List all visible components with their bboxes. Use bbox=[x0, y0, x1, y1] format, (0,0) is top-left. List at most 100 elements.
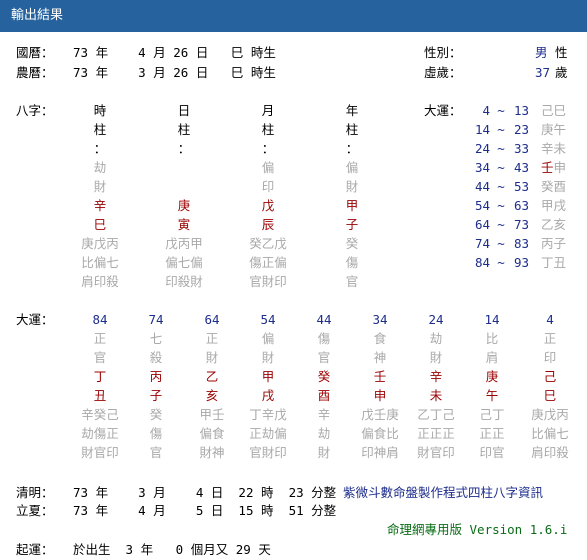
dayun-col-age: 14 bbox=[484, 312, 500, 327]
dayun-col-h3: 印官 bbox=[479, 445, 505, 460]
bazi-pillar-god: 偏 bbox=[261, 160, 275, 175]
dayun-col-age: 44 bbox=[316, 312, 332, 327]
dayun-col-h1: 甲壬 bbox=[199, 407, 225, 422]
qingming-label: 清明： bbox=[16, 485, 54, 500]
dayun-col-branch: 酉 bbox=[317, 388, 331, 403]
dayun-col-branch: 子 bbox=[149, 388, 163, 403]
dayun-to: 53 bbox=[513, 179, 529, 194]
dayun-col-g1: 傷 bbox=[317, 331, 331, 346]
window-title-bar: 輸出結果 bbox=[0, 0, 587, 32]
dayun-col-stem: 丁 bbox=[93, 369, 107, 384]
dayun-col-age: 84 bbox=[92, 312, 108, 327]
guoli-value: 73 年 4 月 26 日 巳 時生 bbox=[73, 45, 276, 60]
dayun-from: 64 bbox=[474, 217, 490, 232]
dayun-col-h2: 偏食 bbox=[199, 426, 225, 441]
dayun-col-h2: 比偏七 bbox=[531, 426, 569, 441]
bazi-pillar-name1: 月 bbox=[261, 103, 275, 118]
bazi-pillar-stem: 戊 bbox=[261, 198, 275, 213]
dayun-ganzhi: 丁丑 bbox=[541, 255, 567, 270]
dayun-ganzhi: 乙亥 bbox=[541, 217, 567, 232]
dayun-col-age: 64 bbox=[204, 312, 220, 327]
bazi-pillar-hidden1: 癸 bbox=[345, 236, 359, 251]
dayun-from: 24 bbox=[474, 141, 490, 156]
bazi-pillar-hidden3: 肩印殺 bbox=[81, 274, 119, 289]
dayun-col-h1: 丁辛戊 bbox=[249, 407, 287, 422]
dayun-col-g2: 印 bbox=[543, 350, 557, 365]
dayun-col-h2: 正正正 bbox=[417, 426, 455, 441]
dayun-from: 14 bbox=[474, 122, 490, 137]
dayun-col-h1: 辛癸己 bbox=[81, 407, 119, 422]
bazi-pillar-hidden3: 印殺財 bbox=[165, 274, 203, 289]
dayun-ganzhi: 辛未 bbox=[541, 141, 567, 156]
window-title: 輸出結果 bbox=[11, 8, 64, 23]
dayun-col-g1: 劫 bbox=[429, 331, 443, 346]
dayun-from: 74 bbox=[474, 236, 490, 251]
dayun-col-g2: 官 bbox=[317, 350, 331, 365]
dayun-col-branch: 申 bbox=[373, 388, 387, 403]
product-title: 紫微斗數命盤製作程式四柱八字資訊 bbox=[343, 485, 544, 500]
dayun-col-h3: 印神肩 bbox=[361, 445, 399, 460]
dayun-from: 4 bbox=[482, 103, 490, 118]
dayun-col-h3: 財官印 bbox=[417, 445, 455, 460]
age-label: 虛歲： bbox=[424, 65, 462, 80]
qiyun-label: 起運： bbox=[16, 542, 54, 557]
bazi-pillar-hidden2: 比偏七 bbox=[81, 255, 119, 270]
bazi-pillar-hidden2: 傷 bbox=[345, 255, 359, 270]
dayun-to: 13 bbox=[513, 103, 529, 118]
dayun-col-branch: 午 bbox=[485, 388, 499, 403]
bazi-pillar-branch: 辰 bbox=[261, 217, 275, 232]
dayun-from: 44 bbox=[474, 179, 490, 194]
dayun-col-h1: 乙丁己 bbox=[417, 407, 455, 422]
dayun-to: 83 bbox=[513, 236, 529, 251]
bazi-pillar-hidden1: 癸乙戊 bbox=[249, 236, 287, 251]
dayun-col-age: 4 bbox=[546, 312, 554, 327]
bazi-pillar-hidden2: 偏七偏 bbox=[165, 255, 203, 270]
dayun-from: 54 bbox=[474, 198, 490, 213]
dayun-col-h1: 辛 bbox=[317, 407, 331, 422]
dayun-col-g2: 神 bbox=[373, 350, 387, 365]
dayun-col-g1: 比 bbox=[485, 331, 499, 346]
dayun-col-g2: 財 bbox=[429, 350, 443, 365]
age-suffix: 歲 bbox=[555, 65, 568, 80]
dayun-col-h3: 財神 bbox=[199, 445, 225, 460]
dayun-col-branch: 未 bbox=[429, 388, 443, 403]
nongli-label: 農曆： bbox=[16, 65, 54, 80]
dayun-col-h3: 財 bbox=[317, 445, 331, 460]
dayun-col-g1: 正 bbox=[93, 331, 107, 346]
dayun-col-branch: 亥 bbox=[205, 388, 219, 403]
dayun-col-g2: 官 bbox=[93, 350, 107, 365]
dayun-col-g1: 偏 bbox=[261, 331, 275, 346]
bazi-pillar-god: 偏 bbox=[345, 160, 359, 175]
dayun-col-stem: 壬 bbox=[373, 369, 387, 384]
version-text: 命理網專用版 Version 1.6.i bbox=[387, 522, 568, 537]
bazi-pillar-branch: 寅 bbox=[177, 217, 191, 232]
dayun-to: 73 bbox=[513, 217, 529, 232]
dayun-ganzhi: 壬申 bbox=[541, 160, 567, 175]
bazi-pillar-name2: 柱 bbox=[177, 122, 191, 137]
dayun-col-h1: 癸 bbox=[149, 407, 163, 422]
qingming-value: 73 年 3 月 4 日 22 時 23 分整 bbox=[73, 485, 337, 500]
bazi-label: 八字： bbox=[16, 103, 54, 118]
dayun-col-g2: 肩 bbox=[485, 350, 499, 365]
bazi-pillar-god2: 財 bbox=[93, 179, 107, 194]
dayun-col-branch: 巳 bbox=[543, 388, 557, 403]
dayun-col-h2: 劫傷正 bbox=[81, 426, 119, 441]
dayun-col-stem: 甲 bbox=[261, 369, 275, 384]
dayun-right-label: 大運： bbox=[424, 103, 462, 118]
bazi-pillar-stem: 辛 bbox=[93, 198, 107, 213]
bazi-pillar-name1: 年 bbox=[345, 103, 359, 118]
dayun-col-branch: 戌 bbox=[261, 388, 275, 403]
dayun-ganzhi: 庚午 bbox=[541, 122, 567, 137]
dayun-from: 34 bbox=[474, 160, 490, 175]
dayun-col-g2: 財 bbox=[205, 350, 219, 365]
dayun-col-h3: 官 bbox=[149, 445, 163, 460]
bazi-pillar-colon: ： bbox=[345, 141, 359, 156]
dayun-col-g1: 七 bbox=[149, 331, 163, 346]
dayun-to: 23 bbox=[513, 122, 529, 137]
dayun-to: 63 bbox=[513, 198, 529, 213]
gender-value: 男 bbox=[535, 45, 548, 60]
gender-suffix: 性 bbox=[555, 45, 568, 60]
bazi-pillar-hidden1: 戊丙甲 bbox=[165, 236, 203, 251]
guoli-label: 國曆： bbox=[16, 45, 54, 60]
bazi-pillar-branch: 子 bbox=[345, 217, 359, 232]
